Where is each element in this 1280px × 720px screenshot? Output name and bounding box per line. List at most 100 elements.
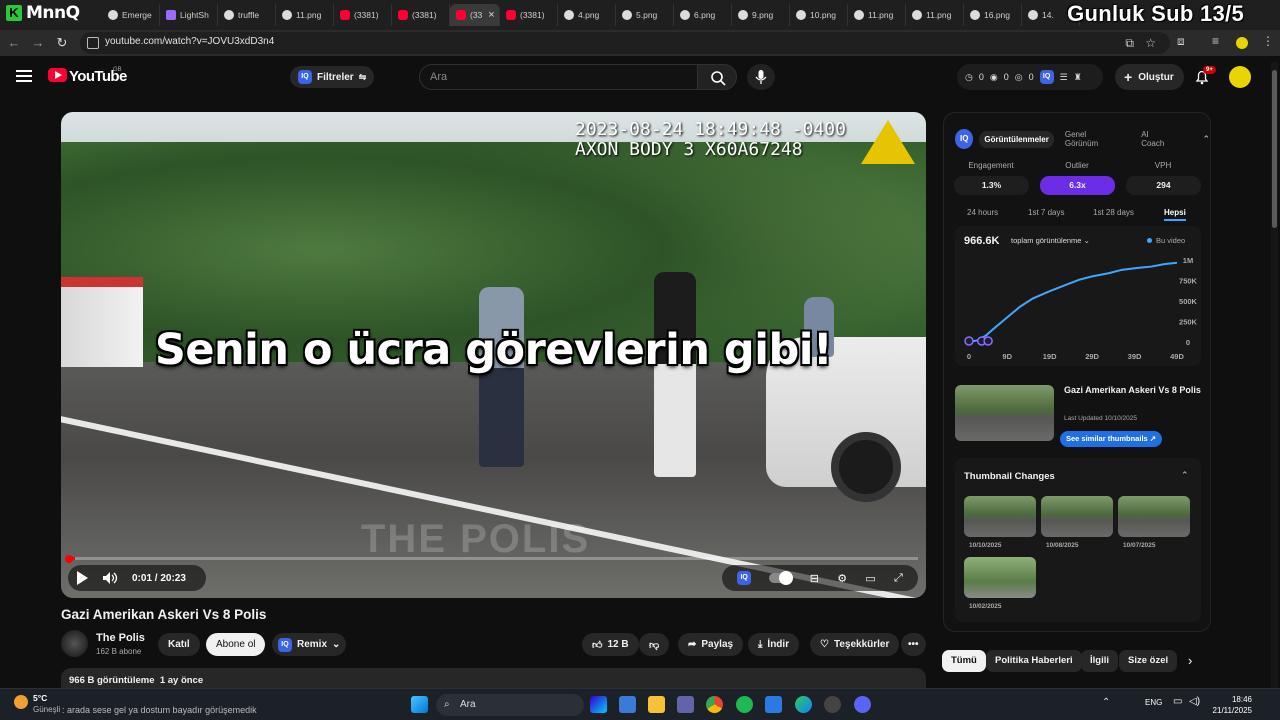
extensions-icon[interactable]: ⧈ (1177, 34, 1185, 49)
thumbnail-history-1[interactable] (964, 496, 1036, 537)
reading-list-icon[interactable]: ≡ (1212, 34, 1219, 48)
browser-tab[interactable]: 11.png (276, 4, 334, 26)
play-button[interactable] (68, 565, 96, 591)
tab-label: 11.png (296, 10, 322, 20)
browser-tab[interactable]: LightSh (160, 4, 218, 26)
tab-ai-coach[interactable]: AI Coach (1136, 126, 1176, 152)
filters-button[interactable]: IQ Filtreler ⇋ (290, 66, 375, 88)
miniplayer-icon[interactable]: ▭ (865, 572, 875, 585)
browser-tab[interactable]: 10.png (790, 4, 848, 26)
thumbnail-history-4[interactable] (964, 557, 1036, 598)
menu-dots-icon[interactable]: ⋮ (1262, 34, 1274, 48)
forward-icon[interactable]: → (28, 33, 48, 53)
download-button[interactable]: ⤓ İndir (748, 633, 800, 656)
more-actions-button[interactable]: ••• (901, 633, 926, 656)
current-thumbnail[interactable] (955, 385, 1054, 441)
progress-bar[interactable] (70, 557, 918, 560)
browser-tab[interactable]: truffle (218, 4, 276, 26)
system-clock[interactable]: 18:46 21/11/2025 (1208, 694, 1252, 716)
join-button[interactable]: Katıl (158, 633, 200, 656)
store-icon[interactable] (619, 696, 636, 713)
hamburger-menu-icon[interactable] (16, 70, 32, 82)
mail-icon[interactable] (765, 696, 782, 713)
search-input[interactable]: Ara (419, 64, 697, 90)
dislike-button[interactable]: 👎︎ (639, 633, 670, 656)
chip-for-you[interactable]: Size özel (1119, 650, 1178, 672)
collapse-chevron-icon[interactable]: ⌃ (1181, 470, 1189, 481)
range-all[interactable]: Hepsi (1164, 208, 1186, 221)
copilot-icon[interactable] (590, 696, 607, 713)
create-button[interactable]: + Oluştur (1115, 64, 1184, 90)
network-icon[interactable]: ▭ (1173, 696, 1182, 707)
youtube-logo-icon[interactable] (48, 68, 67, 82)
file-explorer-icon[interactable] (648, 696, 665, 713)
remix-button[interactable]: IQ Remix ⌄ (272, 633, 347, 656)
url-bar[interactable]: youtube.com/watch?v=JOVU3xdD3n4 ⧉ ☆ (80, 32, 1170, 54)
install-icon[interactable]: ⧉ (1125, 36, 1134, 51)
tab-views[interactable]: Görüntülenmeler (979, 130, 1054, 148)
browser-tab[interactable]: 16.png (964, 4, 1022, 26)
thumbnail-history-3[interactable] (1118, 496, 1190, 537)
spotify-icon[interactable] (736, 696, 753, 713)
browser-tab[interactable]: 9.png (732, 4, 790, 26)
thanks-button[interactable]: ♡ Teşekkürler (810, 633, 900, 656)
browser-tab[interactable]: 5.png (616, 4, 674, 26)
channel-name[interactable]: The Polis (96, 632, 145, 644)
iq-button[interactable]: IQ (737, 571, 752, 585)
range-28d[interactable]: 1st 28 days (1093, 208, 1134, 217)
tab-overview[interactable]: Genel Görünüm (1060, 126, 1122, 152)
browser-tab[interactable]: (33 × (450, 4, 500, 26)
browser-tab[interactable]: 4.png (558, 4, 616, 26)
steam-icon[interactable] (824, 696, 841, 713)
site-info-icon[interactable] (87, 37, 99, 49)
chips-next-icon[interactable]: › (1188, 653, 1192, 668)
browser-tab[interactable]: 11.png (848, 4, 906, 26)
see-similar-button[interactable]: See similar thumbnails ↗ (1060, 431, 1163, 447)
subscribe-button[interactable]: Abone ol (206, 633, 266, 656)
language-indicator[interactable]: ENG (1145, 698, 1162, 707)
fullscreen-icon[interactable]: ⤢ (894, 572, 903, 585)
close-tab-icon[interactable]: × (488, 9, 494, 21)
bookmark-star-icon[interactable]: ☆ (1145, 36, 1156, 50)
voice-search-button[interactable] (747, 64, 775, 90)
teams-icon[interactable] (677, 696, 694, 713)
browser-tab[interactable]: Emerge (102, 4, 160, 26)
chip-all[interactable]: Tümü (942, 650, 986, 672)
browser-tab[interactable]: (3381) (392, 4, 450, 26)
weather-sun-icon[interactable] (14, 695, 28, 709)
collapse-chevron-icon[interactable]: ⌃ (1202, 134, 1210, 145)
globe-icon (912, 10, 922, 20)
speaker-icon[interactable]: ◁) (1189, 696, 1200, 707)
discord-icon[interactable] (854, 696, 871, 713)
reload-icon[interactable]: ↻ (52, 33, 72, 53)
range-7d[interactable]: 1st 7 days (1028, 208, 1064, 217)
video-player[interactable]: 2023-08-24 18:49:48 -0400 AXON BODY 3 X6… (61, 112, 926, 598)
taskbar-search[interactable]: ⌕ Ara (436, 694, 584, 716)
browser-tab[interactable]: (3381) (500, 4, 558, 26)
browser-tab[interactable]: 6.png (674, 4, 732, 26)
extension-counters[interactable]: ◷ 0 ◉ 0 ◎ 0 IQ ☰ ♜ (957, 64, 1103, 90)
autoplay-toggle[interactable] (769, 571, 794, 585)
settings-gear-icon[interactable]: ⚙ (837, 572, 847, 585)
progress-scrubber[interactable] (65, 555, 73, 563)
scrollbar-thumb[interactable] (1272, 70, 1277, 228)
search-button[interactable] (697, 64, 737, 90)
chip-politics-news[interactable]: Politika Haberleri (986, 650, 1082, 672)
windows-start-icon[interactable] (411, 696, 428, 713)
volume-button[interactable] (96, 565, 124, 591)
chrome-icon[interactable] (706, 696, 723, 713)
chip-related[interactable]: İlgili (1081, 650, 1118, 672)
account-avatar[interactable] (1229, 66, 1251, 88)
tray-chevron-icon[interactable]: ⌃ (1102, 697, 1110, 708)
subtitles-icon[interactable]: ⊟ (810, 572, 819, 585)
range-24h[interactable]: 24 hours (967, 208, 998, 217)
channel-avatar[interactable] (61, 630, 88, 657)
share-button[interactable]: ➦ Paylaş (678, 633, 744, 656)
thumbnail-history-2[interactable] (1041, 496, 1113, 537)
edge-icon[interactable] (795, 696, 812, 713)
browser-tab[interactable]: 11.png (906, 4, 964, 26)
like-button[interactable]: 👍︎ 12 B (582, 633, 639, 656)
back-icon[interactable]: ← (4, 33, 24, 53)
browser-tab[interactable]: (3381) (334, 4, 392, 26)
profile-avatar-icon[interactable] (1236, 37, 1248, 49)
